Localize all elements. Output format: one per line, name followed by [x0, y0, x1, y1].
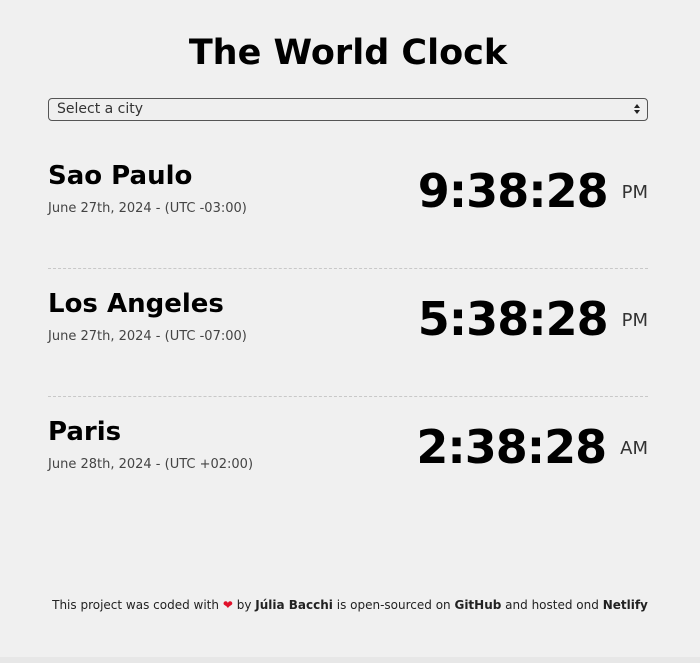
city-row: Sao Paulo June 27th, 2024 - (UTC -03:00)…: [48, 141, 648, 269]
footer-middle: is open-sourced on: [336, 598, 451, 612]
city-select-value: Select a city: [57, 101, 144, 117]
github-link[interactable]: GitHub: [454, 598, 501, 612]
footer-text-before: This project was coded with: [52, 598, 219, 612]
city-ampm: PM: [621, 310, 648, 331]
city-time: 5:38:28: [417, 292, 609, 346]
city-time-block: 9:38:28 PM: [418, 165, 648, 217]
city-select[interactable]: Select a city: [48, 98, 648, 121]
bottom-bar: [0, 657, 700, 663]
author-name: Júlia Bacchi: [255, 598, 333, 612]
page-title: The World Clock: [188, 33, 508, 73]
footer-hosted: and hosted ond: [505, 598, 599, 612]
city-date: June 27th, 2024 - (UTC -07:00): [48, 329, 247, 344]
city-name: Los Angeles: [48, 289, 224, 319]
city-list: Sao Paulo June 27th, 2024 - (UTC -03:00)…: [48, 141, 648, 525]
footer: This project was coded with ❤ by Júlia B…: [0, 596, 700, 614]
city-name: Sao Paulo: [48, 161, 193, 191]
city-time: 9:38:28: [417, 164, 609, 218]
main-container: The World Clock Select a city Sao Paulo …: [48, 0, 648, 525]
page: The World Clock Select a city Sao Paulo …: [0, 0, 700, 663]
city-ampm: PM: [621, 182, 648, 203]
city-date: June 27th, 2024 - (UTC -03:00): [48, 201, 247, 216]
heart-icon: ❤: [222, 598, 233, 612]
city-ampm: AM: [620, 438, 648, 459]
city-time-block: 2:38:28 AM: [416, 421, 648, 473]
city-row: Los Angeles June 27th, 2024 - (UTC -07:0…: [48, 269, 648, 397]
footer-by: by: [236, 598, 252, 612]
city-date: June 28th, 2024 - (UTC +02:00): [48, 457, 254, 472]
netlify-link[interactable]: Netlify: [603, 598, 648, 612]
city-select-wrapper: Select a city: [48, 98, 648, 121]
city-time: 2:38:28: [416, 420, 607, 474]
city-row: Paris June 28th, 2024 - (UTC +02:00) 2:3…: [48, 397, 648, 525]
city-time-block: 5:38:28 PM: [418, 293, 648, 345]
city-name: Paris: [48, 417, 122, 447]
